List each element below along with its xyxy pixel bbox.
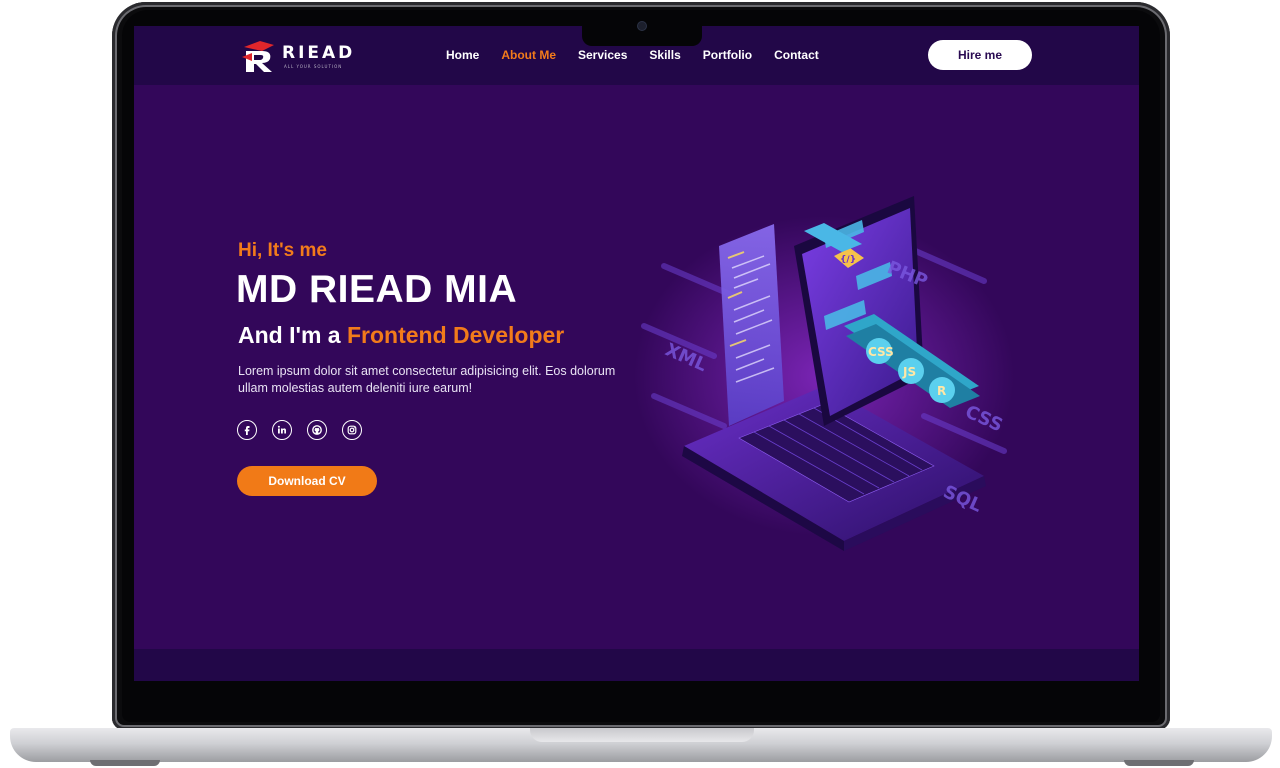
hero-role-highlight: Frontend Developer bbox=[346, 322, 565, 348]
footer-strip bbox=[134, 649, 1139, 681]
nav-link-portfolio[interactable]: Portfolio bbox=[703, 48, 752, 62]
nav-link-skills[interactable]: Skills bbox=[649, 48, 680, 62]
logo-text: RIEAD bbox=[282, 43, 356, 63]
nav-link-home[interactable]: Home bbox=[446, 48, 479, 62]
nav-link-services[interactable]: Services bbox=[578, 48, 627, 62]
hero-role: And I'm a Frontend Developer bbox=[238, 322, 564, 349]
nav-links: Home About Me Services Skills Portfolio … bbox=[446, 48, 819, 62]
hero-description: Lorem ipsum dolor sit amet consectetur a… bbox=[238, 364, 616, 395]
camera-notch bbox=[582, 14, 702, 46]
site-logo[interactable]: RIEAD ALL YOUR SOLUTION bbox=[240, 39, 360, 73]
svg-text:R: R bbox=[937, 384, 946, 398]
social-links bbox=[237, 420, 362, 440]
nav-link-about[interactable]: About Me bbox=[501, 48, 556, 62]
download-cv-button[interactable]: Download CV bbox=[237, 466, 377, 496]
svg-text:JS: JS bbox=[902, 365, 916, 379]
camera-icon bbox=[638, 22, 646, 30]
logo-tagline: ALL YOUR SOLUTION bbox=[284, 64, 343, 69]
hire-me-button[interactable]: Hire me bbox=[928, 40, 1032, 70]
developer-laptop-illustration: {/} CSS JS R PHP XML CSS SQL bbox=[634, 196, 1014, 551]
laptop-base-notch bbox=[530, 728, 754, 742]
hero-role-prefix: And I'm a bbox=[238, 322, 347, 348]
nav-link-contact[interactable]: Contact bbox=[774, 48, 819, 62]
github-icon[interactable] bbox=[307, 420, 327, 440]
website-screen: RIEAD ALL YOUR SOLUTION Home About Me Se… bbox=[134, 26, 1139, 681]
svg-text:CSS: CSS bbox=[868, 345, 894, 359]
hero-greeting: Hi, It's me bbox=[238, 240, 327, 261]
hero-name: MD RIEAD MIA bbox=[236, 268, 518, 311]
laptop-foot-right bbox=[1124, 760, 1194, 766]
facebook-icon[interactable] bbox=[237, 420, 257, 440]
linkedin-icon[interactable] bbox=[272, 420, 292, 440]
logo-mark-icon bbox=[242, 41, 274, 72]
laptop-foot-left bbox=[90, 760, 160, 766]
instagram-icon[interactable] bbox=[342, 420, 362, 440]
svg-text:{/}: {/} bbox=[840, 255, 856, 265]
